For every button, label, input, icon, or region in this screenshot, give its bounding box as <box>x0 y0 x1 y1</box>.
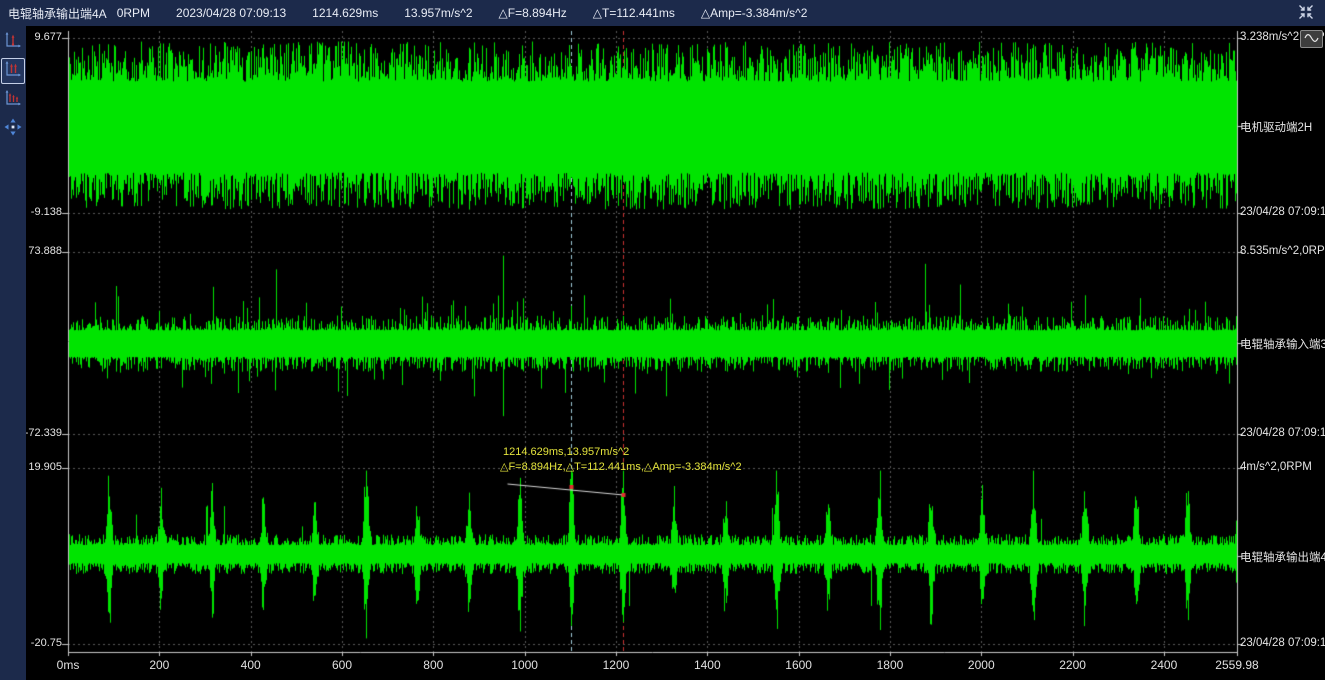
chart1-ymax-label: 9.677 <box>34 31 62 43</box>
x-tick-label: 200 <box>149 658 169 672</box>
x-tick-label: 2400 <box>1151 658 1178 672</box>
delta-frequency-readout: △F=8.894Hz <box>499 6 567 20</box>
chart2-ymax-label: 73.888 <box>28 245 62 257</box>
chart1-timestamp-label: 23/04/28 07:09:1 <box>1240 206 1325 218</box>
delta-time-readout: △T=112.441ms <box>593 6 675 20</box>
x-tick-label: 1600 <box>785 658 812 672</box>
app-window: 电辊轴承输出端4A 0RPM 2023/04/28 07:09:13 1214.… <box>0 0 1325 680</box>
x-tick-label: 800 <box>423 658 443 672</box>
topbar: 电辊轴承输出端4A 0RPM 2023/04/28 07:09:13 1214.… <box>0 0 1325 26</box>
sine-wave-icon <box>1304 30 1319 48</box>
pan-move-icon <box>3 117 23 142</box>
x-tick-label: 2200 <box>1059 658 1086 672</box>
chart2-timestamp-label: 23/04/28 07:09:1 <box>1240 427 1325 439</box>
waveform-canvas[interactable] <box>0 0 1325 680</box>
chart1-channel-label: 电机驱动端2H <box>1240 119 1325 135</box>
single-cursor-tool-button[interactable] <box>1 29 25 55</box>
double-cursor-icon <box>3 59 23 84</box>
delta-amplitude-readout: △Amp=-3.384m/s^2 <box>701 6 808 20</box>
chart3-channel-label: 电辊轴承输出端4A <box>1240 549 1325 565</box>
restore-window-button[interactable] <box>1293 2 1319 24</box>
harmonic-cursor-icon <box>3 88 23 113</box>
chart1-ymin-label: -9.138 <box>31 206 62 218</box>
chart2-ymin-label: -72.339 <box>25 427 62 439</box>
single-cursor-icon <box>3 30 23 55</box>
active-channel-title: 电辊轴承输出端4A <box>8 5 107 22</box>
cursor-time-readout: 1214.629ms <box>312 6 378 20</box>
pan-tool-button[interactable] <box>1 116 25 142</box>
x-tick-label: 1800 <box>877 658 904 672</box>
cursor-amplitude-readout: 13.957m/s^2 <box>404 6 472 20</box>
x-tick-label: 2000 <box>968 658 995 672</box>
chart2-channel-label: 电辊轴承输入端3H <box>1240 336 1325 352</box>
chart2-peak-rpm-label: 8.535m/s^2,0RPM <box>1240 245 1325 257</box>
rpm-readout: 0RPM <box>117 6 150 20</box>
cursor-annotation-line2: △F=8.894Hz,△T=112.441ms,△Amp=-3.384m/s^2 <box>500 460 742 473</box>
chart3-ymin-label: -20.75 <box>31 637 62 649</box>
x-tick-label: 1400 <box>694 658 721 672</box>
x-tick-label: 1000 <box>511 658 538 672</box>
datetime-readout: 2023/04/28 07:09:13 <box>176 6 286 20</box>
restore-window-icon <box>1297 3 1315 24</box>
harmonic-cursor-tool-button[interactable] <box>1 87 25 113</box>
waveform-type-button[interactable] <box>1300 30 1323 48</box>
chart3-peak-rpm-label: 4m/s^2,0RPM <box>1240 461 1325 473</box>
x-tick-label: 400 <box>241 658 261 672</box>
x-tick-label: 1200 <box>603 658 630 672</box>
x-tick-label: 600 <box>332 658 352 672</box>
double-cursor-tool-button[interactable] <box>1 58 25 84</box>
x-tick-label: 0ms <box>57 658 80 672</box>
x-tick-label: 2559.98 <box>1215 658 1258 672</box>
cursor-annotation-line1: 1214.629ms,13.957m/s^2 <box>503 446 629 458</box>
toolbar-sidebar <box>0 26 26 680</box>
chart3-timestamp-label: 23/04/28 07:09:1 <box>1240 637 1325 649</box>
chart3-ymax-label: 19.905 <box>28 461 62 473</box>
